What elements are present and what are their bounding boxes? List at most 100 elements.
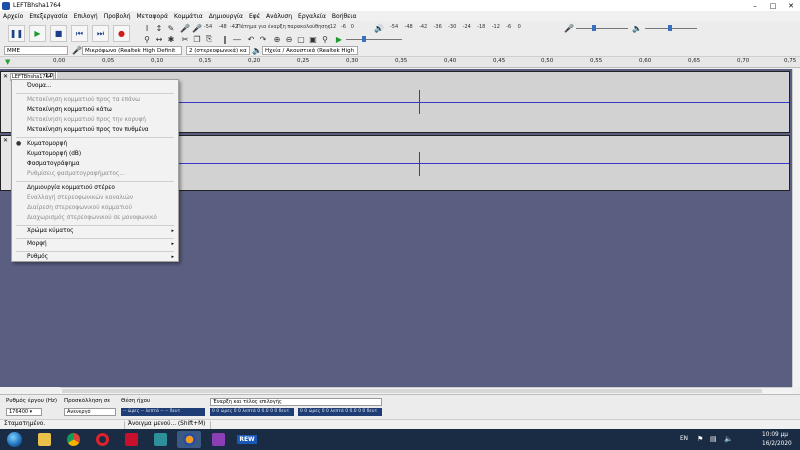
clock-time[interactable]: 10:09 μμ [762, 432, 788, 438]
menu-analyze[interactable]: Ανάλυση [266, 13, 292, 20]
tick-label: 0,70 [737, 58, 750, 64]
timeline-ruler[interactable]: ▼ 0,00 0,05 0,10 0,15 0,20 0,25 0,30 0,3… [0, 57, 800, 68]
menu-help[interactable]: Βοήθεια [332, 13, 357, 20]
silence-icon[interactable]: ― [232, 34, 242, 44]
menu-item-move-down[interactable]: Μετακίνηση κομματιού κάτω [12, 105, 178, 115]
menu-separator [16, 137, 174, 138]
track-close-icon[interactable]: ✕ [3, 73, 8, 80]
audio-position-label: Θέση ήχου [121, 398, 151, 404]
undo-icon[interactable]: ↶ [246, 34, 256, 44]
taskbar-app-purple[interactable] [206, 431, 230, 448]
menu-item-wave-color[interactable]: Χρώμα κύματος ▸ [12, 226, 178, 236]
multi-tool-icon[interactable]: ✱ [166, 34, 176, 44]
draw-tool-icon[interactable]: ✎ [166, 23, 176, 33]
paste-icon[interactable]: ⎘ [204, 34, 214, 44]
playback-device-select[interactable]: Ηχεία / Ακουστικά (Realtek High [262, 46, 358, 55]
track-close-icon[interactable]: ✕ [3, 137, 8, 144]
zoom-in-icon[interactable]: ⊕ [272, 34, 282, 44]
copy-icon[interactable]: ❐ [192, 34, 202, 44]
menu-item-swap-channels: Εναλλαγή στερεοφωνικών καναλιών [27, 195, 134, 201]
selection-mode-select[interactable]: Έναρξη και τέλος επιλογής [210, 398, 382, 406]
play-at-speed-icon[interactable]: ▶ [334, 34, 344, 44]
meter-hint[interactable]: Πάτημα για έναρξη παρακολούθησης [237, 24, 331, 30]
record-meter-icon: 🎤 [192, 23, 202, 33]
zoom-out-icon[interactable]: ⊖ [284, 34, 294, 44]
menu-item-waveform[interactable]: ● Κυματομορφή [12, 139, 178, 149]
snap-to-select[interactable]: Ανενεργό [64, 408, 116, 416]
timeshift-tool-icon[interactable]: ↔ [154, 34, 164, 44]
record-button[interactable]: ● [113, 25, 130, 42]
menu-item-format[interactable]: Μορφή ▸ [12, 239, 178, 249]
menu-transport[interactable]: Μεταφορά [137, 13, 168, 20]
menu-item-rate[interactable]: Ρυθμός ▸ [12, 252, 178, 262]
redo-icon[interactable]: ↷ [258, 34, 268, 44]
menu-item-make-stereo[interactable]: Δημιουργία κομματιού στέρεο [12, 183, 178, 193]
taskbar-audacity[interactable] [177, 431, 201, 448]
menu-effects[interactable]: Εφέ [249, 13, 260, 20]
menu-item-move-bottom[interactable]: Μετακίνηση κομματιού προς τον πυθμένα [12, 125, 178, 135]
fit-selection-icon[interactable]: ▢ [296, 34, 306, 44]
menu-edit[interactable]: Επεξεργασία [29, 13, 67, 20]
menu-select[interactable]: Επιλογή [74, 13, 98, 20]
menu-item-waveform-db[interactable]: Κυματομορφή (dB) [12, 149, 178, 159]
mic-device-icon: 🎤 [72, 45, 82, 55]
clock-date[interactable]: 16/2/2020 [762, 441, 792, 447]
menu-item-name[interactable]: Όνομα... [12, 81, 178, 91]
menu-file[interactable]: Αρχείο [3, 13, 23, 20]
taskbar-explorer[interactable] [32, 431, 56, 448]
recording-device-select[interactable]: Μικρόφωνο (Realtek High Definit [82, 46, 182, 55]
tick-label: 0,15 [199, 58, 212, 64]
playback-meter-scale[interactable]: -54 -48 -42 -36 -30 -24 -18 -12 -6 0 [390, 24, 521, 30]
menu-tracks[interactable]: Κομμάτια [174, 13, 203, 20]
taskbar-rew[interactable]: REW [235, 431, 259, 448]
skip-start-button[interactable]: ⏮ [71, 25, 88, 42]
record-meter-scale[interactable]: -54 -48 -42 [204, 24, 238, 30]
zoom-tool-icon[interactable]: ⚲ [142, 34, 152, 44]
stop-button[interactable]: ■ [50, 25, 67, 42]
waveform-spike [419, 90, 420, 114]
play-speed-slider[interactable] [346, 39, 402, 40]
selection-start-field[interactable]: 0 0 ώρες 0 0 λεπτά 0 0.0 0 0 δευτ [210, 408, 294, 416]
maximize-icon[interactable]: □ [764, 2, 782, 10]
channels-select[interactable]: 2 (στερεοφωνικά) κα [186, 46, 250, 55]
recording-volume-slider[interactable] [576, 28, 628, 29]
vertical-scrollbar[interactable] [792, 69, 800, 387]
volume-icon[interactable]: 🔈 [724, 435, 733, 443]
tick-label: 0,30 [346, 58, 359, 64]
cut-icon[interactable]: ✂ [180, 34, 190, 44]
minimize-icon[interactable]: – [746, 2, 764, 10]
envelope-tool-icon[interactable]: ↕ [154, 23, 164, 33]
taskbar: REW EN ⚑ ▤ 🔈 10:09 μμ 16/2/2020 [0, 429, 800, 450]
recording-volume-knob[interactable] [592, 25, 596, 31]
trim-icon[interactable]: ‖ [220, 34, 230, 44]
scroll-thumb[interactable] [62, 389, 762, 393]
pause-button[interactable]: ❚❚ [8, 25, 25, 42]
taskbar-chrome[interactable] [61, 431, 85, 448]
play-button[interactable]: ▶ [29, 25, 46, 42]
flag-icon[interactable]: ⚑ [697, 435, 703, 443]
taskbar-app-red[interactable] [119, 431, 143, 448]
selection-end-field[interactable]: 0 0 ώρες 0 0 λεπτά 0 0.0 0 0 δευτ [298, 408, 382, 416]
host-select[interactable]: MME [4, 46, 68, 55]
network-icon[interactable]: ▤ [710, 435, 717, 443]
menu-item-spectrogram[interactable]: Φασματογράφημα [12, 159, 178, 169]
menu-view[interactable]: Προβολή [104, 13, 131, 20]
play-speed-knob[interactable] [362, 36, 366, 42]
taskbar-opera[interactable] [90, 431, 114, 448]
menu-generate[interactable]: Δημιουργία [209, 13, 243, 20]
zoom-toggle-icon[interactable]: ⚲ [320, 34, 330, 44]
start-button[interactable] [2, 431, 26, 448]
language-indicator[interactable]: EN [680, 436, 688, 442]
skip-end-button[interactable]: ⏭ [92, 25, 109, 42]
pin-playhead-icon[interactable]: ▼ [5, 58, 13, 66]
project-rate-select[interactable]: 176400 ▾ [6, 408, 42, 416]
menu-tools[interactable]: Εργαλεία [298, 13, 326, 20]
close-icon[interactable]: ✕ [782, 2, 800, 10]
selection-tool-icon[interactable]: I [142, 23, 152, 33]
playback-volume-knob[interactable] [668, 25, 672, 31]
fit-project-icon[interactable]: ▣ [308, 34, 318, 44]
horizontal-scrollbar[interactable] [60, 387, 792, 394]
taskbar-app-teal[interactable] [148, 431, 172, 448]
tick-label: 0,60 [639, 58, 652, 64]
audio-position-field[interactable]: -- ώρες -- λεπτά -- -- δευτ [121, 408, 205, 416]
